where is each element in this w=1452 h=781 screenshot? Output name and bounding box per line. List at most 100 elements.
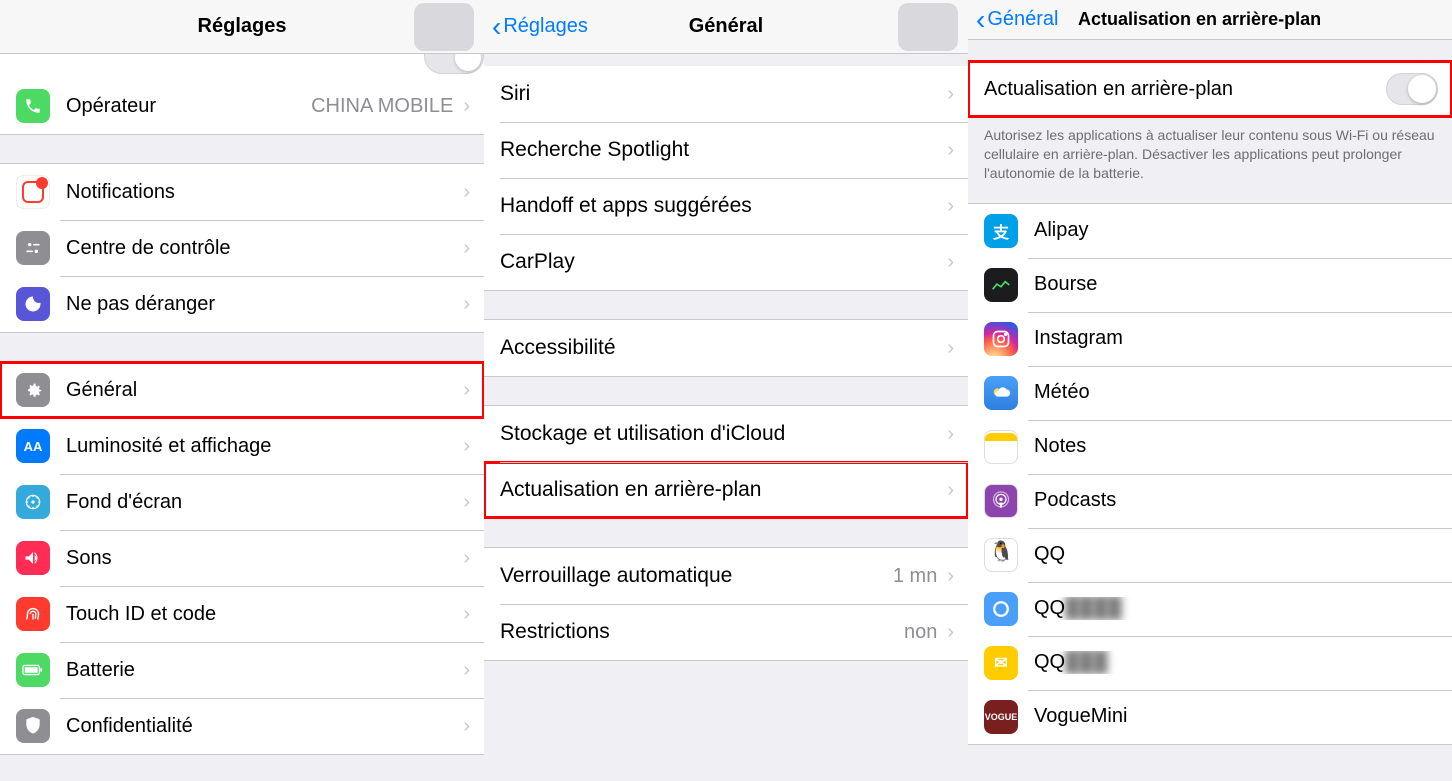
row-label: QQ bbox=[1034, 543, 1452, 566]
chevron-left-icon: ‹ bbox=[492, 13, 501, 41]
row-app-instagram[interactable]: Instagram bbox=[968, 312, 1452, 366]
row-label: Alipay bbox=[1034, 219, 1452, 242]
row-app-vogue[interactable]: VOGUE VogueMini bbox=[968, 690, 1452, 744]
chevron-right-icon: › bbox=[457, 659, 484, 682]
chevron-right-icon: › bbox=[457, 293, 484, 316]
row-privacy[interactable]: Confidentialité › bbox=[0, 698, 484, 754]
row-restrictions[interactable]: Restrictions non › bbox=[484, 604, 968, 660]
row-touchid[interactable]: Touch ID et code › bbox=[0, 586, 484, 642]
nav-bar: Réglages bbox=[0, 0, 484, 54]
chevron-left-icon: ‹ bbox=[976, 6, 985, 34]
row-siri[interactable]: Siri › bbox=[484, 66, 968, 122]
row-label: Notifications bbox=[66, 181, 457, 204]
toggle-switch[interactable] bbox=[1386, 73, 1438, 105]
instagram-icon bbox=[984, 322, 1018, 356]
chevron-right-icon: › bbox=[941, 423, 968, 446]
dnd-icon bbox=[16, 287, 50, 321]
row-app-bourse[interactable]: Bourse bbox=[968, 258, 1452, 312]
row-label: Météo bbox=[1034, 381, 1452, 404]
row-label: Bourse bbox=[1034, 273, 1452, 296]
row-accessibility[interactable]: Accessibilité › bbox=[484, 320, 968, 376]
row-battery[interactable]: Batterie › bbox=[0, 642, 484, 698]
row-label: Confidentialité bbox=[66, 715, 457, 738]
row-label: Accessibilité bbox=[500, 336, 941, 360]
row-label: Podcasts bbox=[1034, 489, 1452, 512]
chevron-right-icon: › bbox=[457, 435, 484, 458]
row-label: Stockage et utilisation d'iCloud bbox=[500, 422, 941, 446]
chevron-right-icon: › bbox=[941, 139, 968, 162]
row-control-center[interactable]: Centre de contrôle › bbox=[0, 220, 484, 276]
row-label: Centre de contrôle bbox=[66, 237, 457, 260]
row-label: Fond d'écran bbox=[66, 491, 457, 514]
row-carplay[interactable]: CarPlay › bbox=[484, 234, 968, 290]
chevron-right-icon: › bbox=[941, 479, 968, 502]
chevron-right-icon: › bbox=[457, 491, 484, 514]
qq-icon bbox=[984, 538, 1018, 572]
nav-avatar-blur bbox=[414, 3, 474, 51]
back-button[interactable]: ‹ Général bbox=[968, 6, 1058, 34]
row-app-meteo[interactable]: Météo bbox=[968, 366, 1452, 420]
qq-app3-icon: ✉ bbox=[984, 646, 1018, 680]
partial-toggle[interactable] bbox=[424, 54, 484, 74]
nav-title: Actualisation en arrière-plan bbox=[1078, 9, 1452, 30]
row-label: Handoff et apps suggérées bbox=[500, 194, 941, 218]
chevron-right-icon: › bbox=[457, 181, 484, 204]
row-label: Siri bbox=[500, 82, 941, 106]
chevron-right-icon: › bbox=[457, 95, 484, 118]
row-spotlight[interactable]: Recherche Spotlight › bbox=[484, 122, 968, 178]
row-master-toggle[interactable]: Actualisation en arrière-plan bbox=[968, 61, 1452, 117]
podcasts-icon bbox=[984, 484, 1018, 518]
row-autolock[interactable]: Verrouillage automatique 1 mn › bbox=[484, 548, 968, 604]
touchid-icon bbox=[16, 597, 50, 631]
row-dnd[interactable]: Ne pas déranger › bbox=[0, 276, 484, 332]
row-label: Instagram bbox=[1034, 327, 1452, 350]
row-value: non bbox=[904, 621, 937, 644]
phone-icon bbox=[16, 89, 50, 123]
control-center-icon bbox=[16, 231, 50, 265]
chevron-right-icon: › bbox=[941, 337, 968, 360]
row-label: Touch ID et code bbox=[66, 603, 457, 626]
row-label: Sons bbox=[66, 547, 457, 570]
row-app-qq-2[interactable]: QQ████ bbox=[968, 582, 1452, 636]
nav-bar: ‹ Réglages Général bbox=[484, 0, 968, 54]
row-app-podcasts[interactable]: Podcasts bbox=[968, 474, 1452, 528]
row-wallpaper[interactable]: Fond d'écran › bbox=[0, 474, 484, 530]
row-label: QQ████ bbox=[1034, 597, 1452, 620]
alipay-icon: 支 bbox=[984, 214, 1018, 248]
row-general[interactable]: Général › bbox=[0, 362, 484, 418]
notifications-icon bbox=[16, 175, 50, 209]
back-button[interactable]: ‹ Réglages bbox=[484, 13, 588, 41]
chevron-right-icon: › bbox=[457, 237, 484, 260]
row-app-qq-3[interactable]: ✉ QQ███ bbox=[968, 636, 1452, 690]
row-label: QQ███ bbox=[1034, 651, 1452, 674]
privacy-icon bbox=[16, 709, 50, 743]
chevron-right-icon: › bbox=[457, 379, 484, 402]
row-app-alipay[interactable]: 支 Alipay bbox=[968, 204, 1452, 258]
row-app-notes[interactable]: Notes bbox=[968, 420, 1452, 474]
wallpaper-icon bbox=[16, 485, 50, 519]
notes-icon bbox=[984, 430, 1018, 464]
chevron-right-icon: › bbox=[457, 715, 484, 738]
row-label: CarPlay bbox=[500, 250, 941, 274]
nav-avatar-blur bbox=[898, 3, 958, 51]
row-label: Actualisation en arrière-plan bbox=[500, 478, 941, 502]
row-app-qq[interactable]: QQ bbox=[968, 528, 1452, 582]
chevron-right-icon: › bbox=[941, 565, 968, 588]
sounds-icon bbox=[16, 541, 50, 575]
qq-app2-icon bbox=[984, 592, 1018, 626]
nav-bar: ‹ Général Actualisation en arrière-plan bbox=[968, 0, 1452, 40]
row-background-refresh[interactable]: Actualisation en arrière-plan › bbox=[484, 462, 968, 518]
display-icon: AA bbox=[16, 429, 50, 463]
row-value: 1 mn bbox=[893, 565, 937, 588]
chevron-right-icon: › bbox=[941, 83, 968, 106]
row-operator[interactable]: Opérateur CHINA MOBILE › bbox=[0, 78, 484, 134]
row-label: Verrouillage automatique bbox=[500, 564, 893, 588]
row-label: Général bbox=[66, 379, 457, 402]
row-notifications[interactable]: Notifications › bbox=[0, 164, 484, 220]
row-storage[interactable]: Stockage et utilisation d'iCloud › bbox=[484, 406, 968, 462]
row-handoff[interactable]: Handoff et apps suggérées › bbox=[484, 178, 968, 234]
chevron-right-icon: › bbox=[941, 621, 968, 644]
stocks-icon bbox=[984, 268, 1018, 302]
row-sounds[interactable]: Sons › bbox=[0, 530, 484, 586]
row-display[interactable]: AA Luminosité et affichage › bbox=[0, 418, 484, 474]
